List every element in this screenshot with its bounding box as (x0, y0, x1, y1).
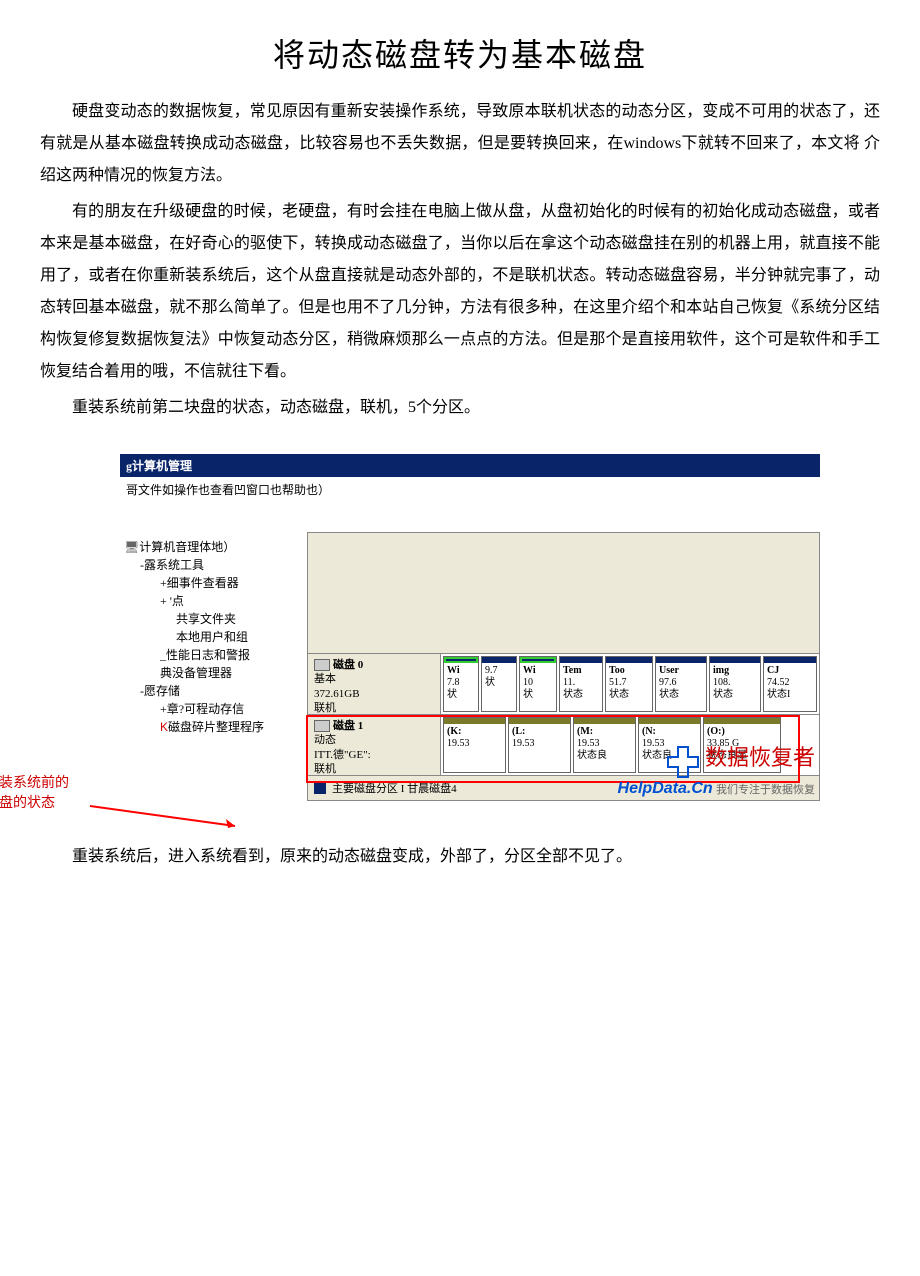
paragraph-4: 重装系统后，进入系统看到，原来的动态磁盘变成，外部了，分区全部不见了。 (40, 841, 880, 873)
tree-devmgr: 典没备管理器 (160, 664, 303, 682)
legend-text: 主要磁盘分区 I 甘晨磁盘4 (332, 780, 457, 796)
computer-icon: 🖥 (124, 540, 139, 554)
tree-storage: -愿存储 (140, 682, 303, 700)
tree-dot: + '点 (160, 592, 303, 610)
disk-view: 磁盘 0 基本 372.61GB 联机 Wi7.8状 9.7状 Wi10状 Te… (307, 532, 820, 801)
screenshot-compmgmt: g计算机管理 哥文件如操作也查看凹窗口也帮助也） 🖥计算机音理体地） -露系统工… (120, 454, 820, 801)
tree-defrag: 磁盘碎片整理程序 (168, 720, 264, 734)
watermark-tagline: 我们专注于数据恢复 (716, 784, 815, 796)
disk1-name: 磁盘 1 (333, 720, 363, 732)
watermark: 数据恢复者 HelpData.Cn 我们专注于数据恢复 (618, 745, 815, 798)
tree-k-icon: K (160, 720, 168, 734)
tree-users: 本地用户和组 (176, 628, 303, 646)
tree-root: 计算机音理体地） (139, 540, 235, 554)
tree-shared: 共享文件夹 (176, 610, 303, 628)
annotation-text: 未装系统前的硬盘的状态 (0, 774, 69, 813)
legend-swatch (314, 782, 326, 794)
tree-systools: -露系统工具 (140, 556, 303, 574)
paragraph-2: 有的朋友在升级硬盘的时候，老硬盘，有时会挂在电脑上做从盘，从盘初始化的时候有的初… (40, 196, 880, 388)
disk1-type: 动态 (314, 733, 434, 747)
paragraph-3: 重装系统前第二块盘的状态，动态磁盘，联机，5个分区。 (40, 392, 880, 424)
nav-tree: 🖥计算机音理体地） -露系统工具 +细事件查看器 + '点 共享文件夹 本地用户… (120, 532, 307, 801)
disk0-name: 磁盘 0 (333, 659, 363, 671)
disk0-type: 基本 (314, 672, 434, 686)
window-menubar: 哥文件如操作也查看凹窗口也帮助也） (120, 477, 820, 502)
watermark-domain: HelpData.Cn (618, 780, 713, 797)
tree-perf: _性能日志和警报 (160, 646, 303, 664)
disk-icon (314, 659, 330, 671)
watermark-title: 数据恢复者 (705, 745, 815, 770)
tree-event: +细事件查看器 (160, 574, 303, 592)
disk-0-row: 磁盘 0 基本 372.61GB 联机 Wi7.8状 9.7状 Wi10状 Te… (308, 653, 819, 714)
paragraph-1: 硬盘变动态的数据恢复，常见原因有重新安装操作系统，导致原本联机状态的动态分区，变… (40, 96, 880, 192)
window-titlebar: g计算机管理 (120, 454, 820, 477)
tree-remov: +章?可程动存信 (160, 700, 303, 718)
disk-icon (314, 720, 330, 732)
annotation-arrow (90, 804, 240, 834)
cross-icon (666, 745, 700, 779)
page-title: 将动态磁盘转为基本磁盘 (40, 30, 880, 76)
disk0-size: 372.61GB (314, 687, 434, 701)
disk1-size: ITT.德"GE": (314, 748, 434, 762)
